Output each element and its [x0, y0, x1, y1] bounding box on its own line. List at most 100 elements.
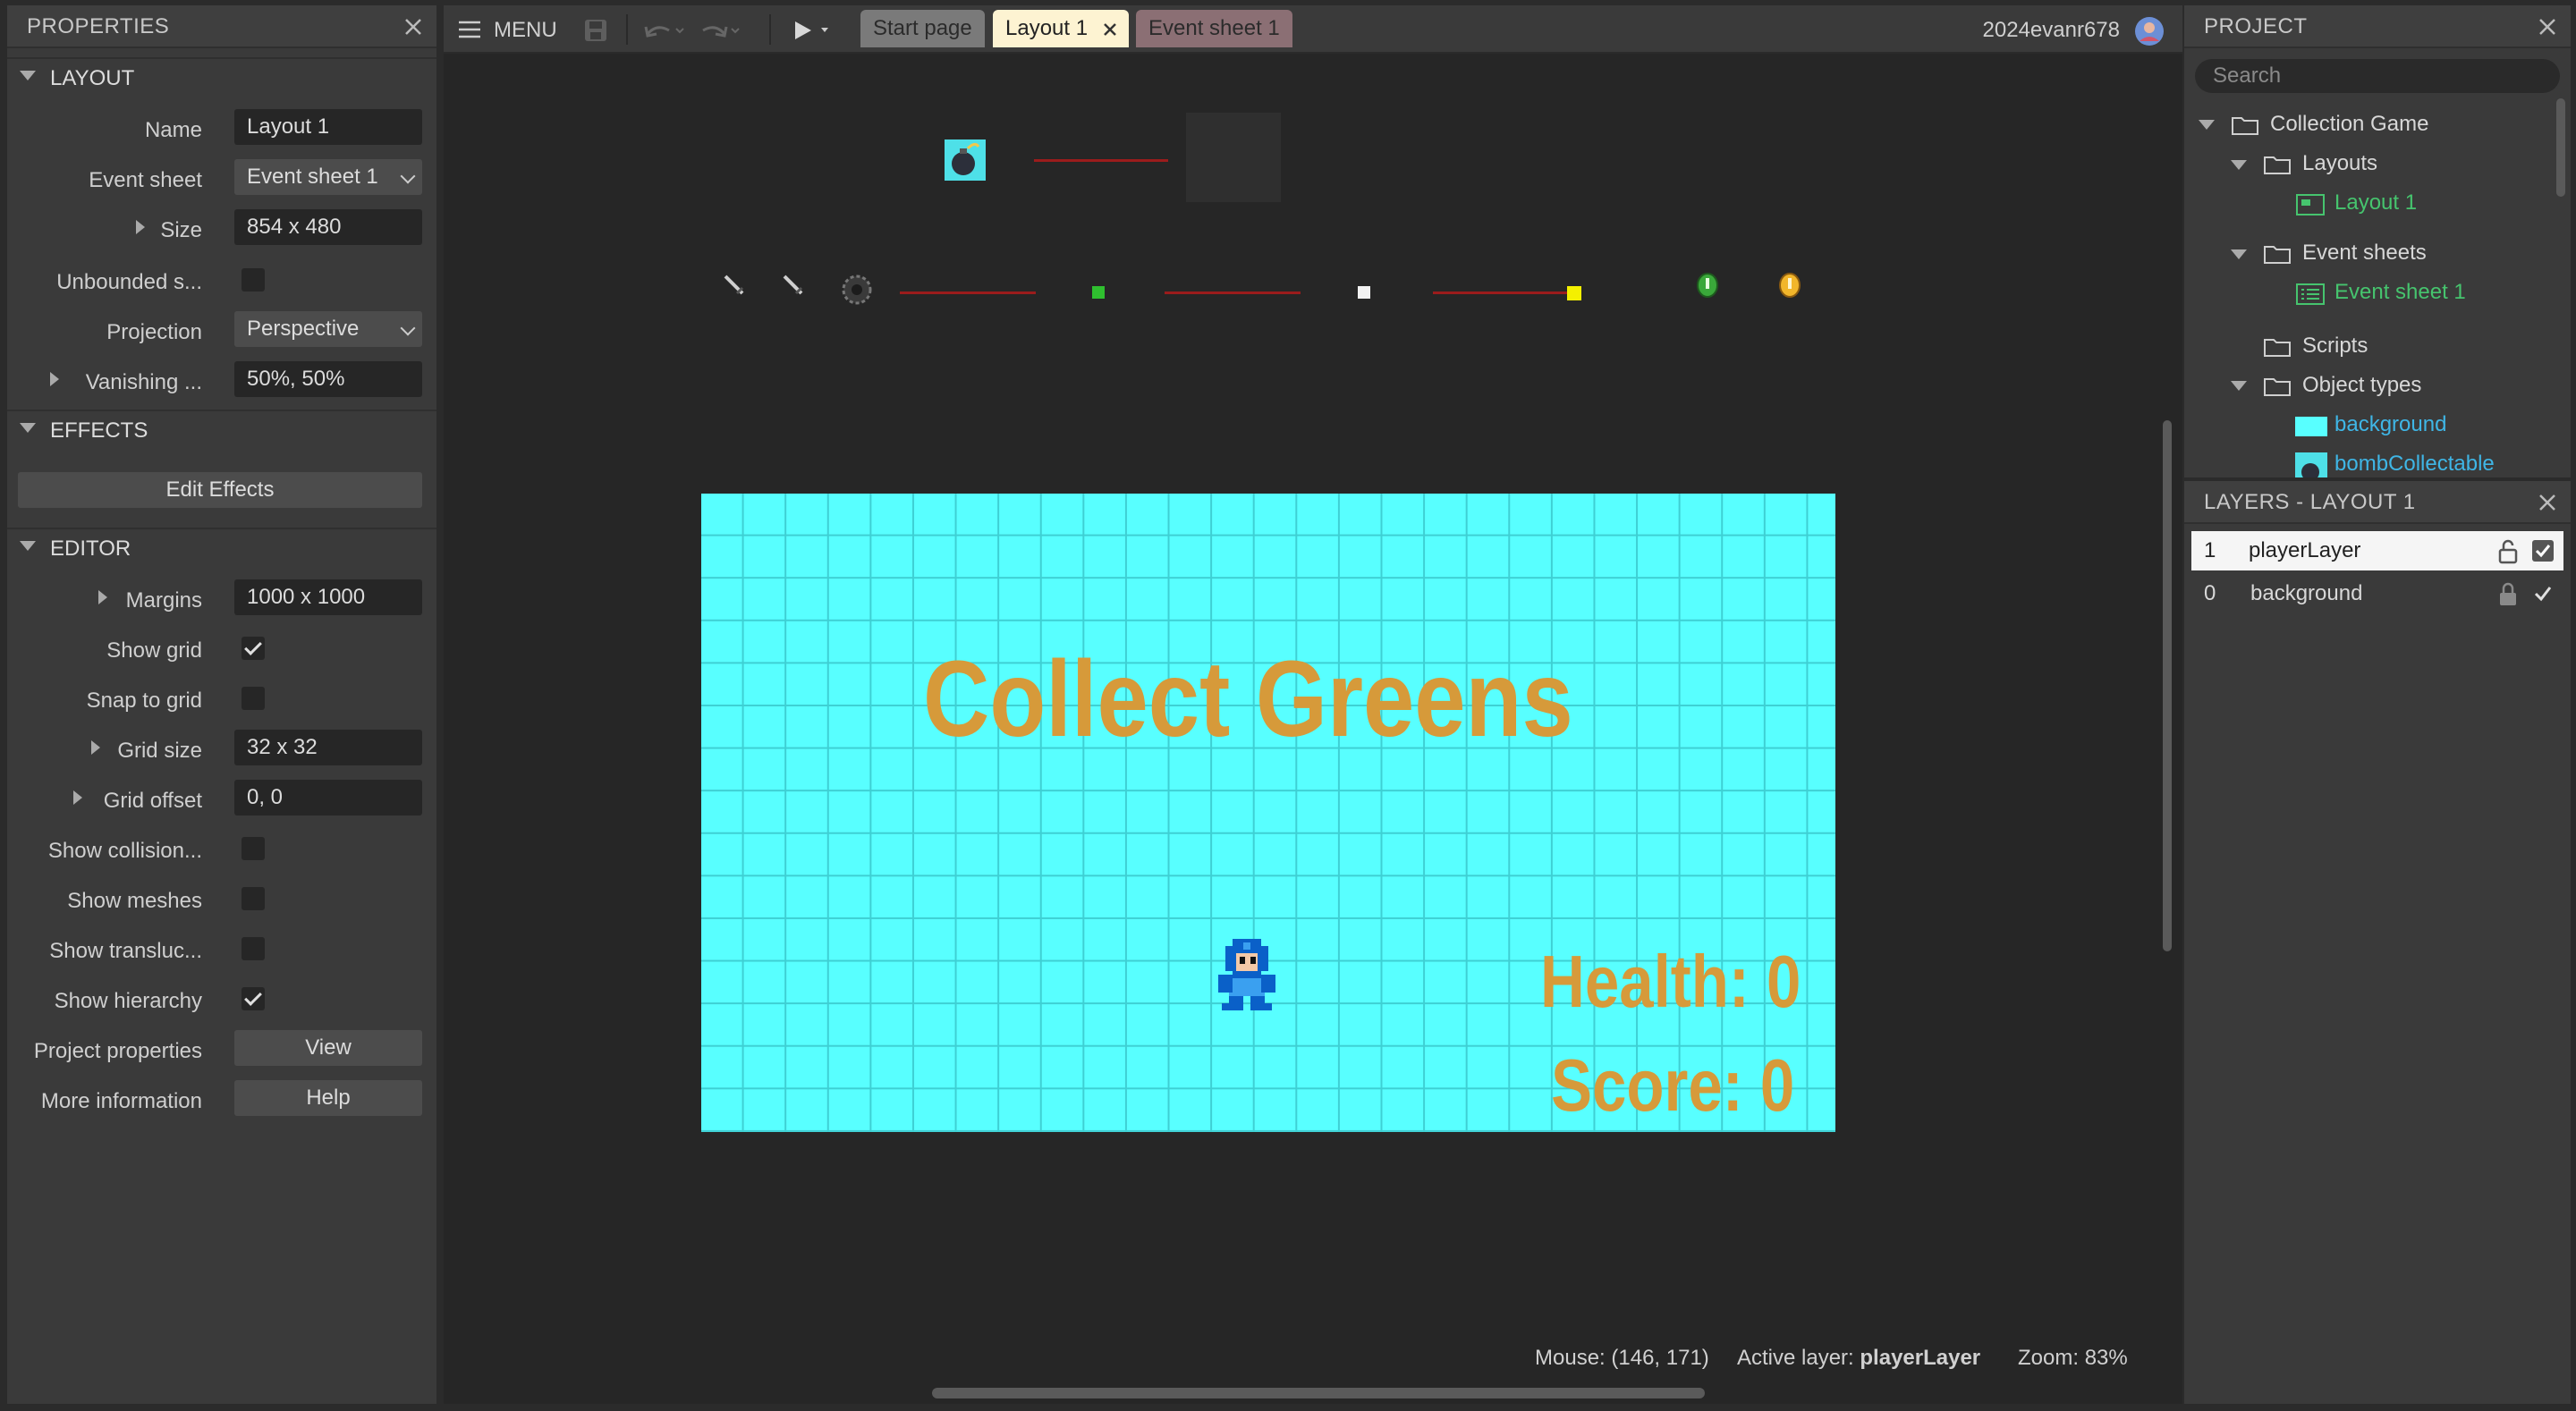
tree-layouts-folder[interactable]: Layouts: [2302, 150, 2377, 177]
red-line-object[interactable]: [900, 291, 1036, 294]
tree-object-types-folder[interactable]: Object types: [2302, 372, 2421, 399]
tab-layout-1-label: Layout 1: [1005, 16, 1089, 40]
size-label: Size: [160, 218, 202, 242]
white-square-object[interactable]: [1358, 286, 1370, 299]
sword-sprite[interactable]: [723, 274, 746, 297]
edit-effects-button[interactable]: Edit Effects: [18, 472, 422, 508]
project-scrollbar[interactable]: [2556, 98, 2565, 197]
collapse-triangle-icon[interactable]: [2231, 381, 2247, 391]
name-label: Name: [144, 118, 202, 142]
layer-name: background: [2250, 581, 2363, 605]
layout-canvas[interactable]: Collect Greens Health: 0 Score: 0: [701, 494, 1835, 1132]
collapse-triangle-icon[interactable]: [2231, 160, 2247, 170]
collapse-triangle-icon[interactable]: [2199, 120, 2215, 130]
tree-scripts-folder[interactable]: Scripts: [2302, 333, 2368, 359]
tree-object-background[interactable]: background: [2334, 411, 2446, 438]
title-text-object[interactable]: Collect Greens: [923, 637, 1573, 762]
editor-section-header[interactable]: EDITOR: [7, 528, 436, 567]
margins-field[interactable]: 1000 x 1000: [234, 579, 422, 615]
help-button[interactable]: Help: [234, 1080, 422, 1116]
grid-size-label: Grid size: [117, 739, 202, 763]
tree-object-bombcollectable[interactable]: bombCollectable: [2334, 451, 2495, 477]
vertical-scroll-track[interactable]: [2163, 54, 2172, 1377]
undo-icon[interactable]: [644, 21, 685, 39]
sword-sprite[interactable]: [782, 274, 805, 297]
unbounded-checkbox[interactable]: [242, 268, 265, 291]
close-icon[interactable]: [2537, 16, 2558, 38]
play-icon[interactable]: [792, 20, 832, 41]
expand-margins-icon[interactable]: [98, 590, 107, 604]
grid-size-field[interactable]: 32 x 32: [234, 730, 422, 765]
collapse-triangle-icon[interactable]: [20, 423, 36, 433]
event-sheet-select[interactable]: Event sheet 1: [234, 159, 422, 195]
save-icon[interactable]: [583, 18, 608, 43]
layers-title: LAYERS - LAYOUT 1: [2184, 481, 2571, 524]
snap-to-grid-checkbox[interactable]: [242, 687, 265, 710]
expand-size-icon[interactable]: [136, 220, 145, 234]
expand-vanishing-icon[interactable]: [50, 372, 59, 386]
view-button[interactable]: View: [234, 1030, 422, 1066]
active-layer-value: playerLayer: [1860, 1346, 1981, 1370]
dark-sprite-object[interactable]: [1186, 113, 1281, 202]
tree-event-sheets-folder[interactable]: Event sheets: [2302, 240, 2427, 266]
expand-grid-size-icon[interactable]: [91, 740, 100, 755]
show-grid-label: Show grid: [106, 638, 202, 663]
menu-button[interactable]: MENU: [494, 18, 557, 43]
tree-layout-1[interactable]: Layout 1: [2334, 190, 2417, 216]
green-coin-sprite[interactable]: [1696, 272, 1719, 299]
redo-icon[interactable]: [699, 21, 741, 39]
show-meshes-checkbox[interactable]: [242, 887, 265, 910]
gold-coin-sprite[interactable]: [1778, 272, 1801, 299]
tree-root[interactable]: Collection Game: [2270, 111, 2428, 138]
tree-event-sheet-1[interactable]: Event sheet 1: [2334, 279, 2466, 306]
bomb-collectable-sprite[interactable]: [945, 139, 986, 181]
collapse-triangle-icon[interactable]: [2231, 249, 2247, 259]
properties-title: PROPERTIES: [7, 5, 436, 48]
layers-panel: LAYERS - LAYOUT 1 1 playerLayer 0 backgr…: [2184, 481, 2571, 1404]
vanishing-field[interactable]: 50%, 50%: [234, 361, 422, 397]
username[interactable]: 2024evanr678: [1983, 18, 2120, 43]
project-search-input[interactable]: Search: [2195, 59, 2560, 93]
show-grid-checkbox[interactable]: [242, 637, 265, 660]
toolbar-divider: [769, 14, 771, 45]
visible-checkbox-icon[interactable]: [2531, 582, 2555, 605]
layout-section-header[interactable]: LAYOUT: [7, 57, 436, 97]
project-panel: PROJECT Search Collection Game Layouts L…: [2184, 5, 2571, 477]
yellow-square-object[interactable]: [1567, 286, 1581, 300]
health-text-object[interactable]: Health: 0: [1540, 939, 1801, 1024]
menu-icon[interactable]: [458, 20, 481, 39]
grid-offset-field[interactable]: 0, 0: [234, 780, 422, 815]
layer-row[interactable]: 1 playerLayer: [2191, 531, 2563, 570]
collapse-triangle-icon[interactable]: [20, 541, 36, 551]
size-field[interactable]: 854 x 480: [234, 209, 422, 245]
layer-row[interactable]: 0 background: [2191, 574, 2563, 613]
tab-layout-1[interactable]: Layout 1: [993, 10, 1130, 47]
projection-select[interactable]: Perspective: [234, 311, 422, 347]
gear-sprite[interactable]: [841, 274, 873, 306]
expand-grid-offset-icon[interactable]: [73, 790, 82, 805]
show-transluc-checkbox[interactable]: [242, 937, 265, 960]
green-square-object[interactable]: [1092, 286, 1105, 299]
tab-start-page[interactable]: Start page: [860, 10, 985, 47]
red-line-object[interactable]: [1034, 159, 1168, 162]
close-tab-icon[interactable]: [1102, 21, 1118, 38]
show-hierarchy-checkbox[interactable]: [242, 987, 265, 1010]
collapse-triangle-icon[interactable]: [20, 71, 36, 80]
score-text-object[interactable]: Score: 0: [1551, 1043, 1794, 1128]
player-sprite[interactable]: [1215, 935, 1279, 1014]
red-line-object[interactable]: [1433, 291, 1569, 294]
effects-section-header[interactable]: EFFECTS: [7, 410, 436, 449]
show-collision-checkbox[interactable]: [242, 837, 265, 860]
layer-index: 1: [2204, 538, 2216, 562]
horizontal-scrollbar[interactable]: [932, 1388, 1705, 1398]
visible-checkbox-icon[interactable]: [2531, 539, 2555, 562]
unbounded-label: Unbounded s...: [56, 270, 202, 294]
close-icon[interactable]: [402, 16, 424, 38]
tab-event-sheet-1[interactable]: Event sheet 1: [1136, 10, 1292, 47]
red-line-object[interactable]: [1165, 291, 1301, 294]
close-icon[interactable]: [2537, 492, 2558, 513]
unlock-icon[interactable]: [2497, 539, 2519, 564]
name-field[interactable]: Layout 1: [234, 109, 422, 145]
lock-icon[interactable]: [2497, 582, 2519, 607]
user-avatar-icon[interactable]: [2134, 16, 2165, 46]
